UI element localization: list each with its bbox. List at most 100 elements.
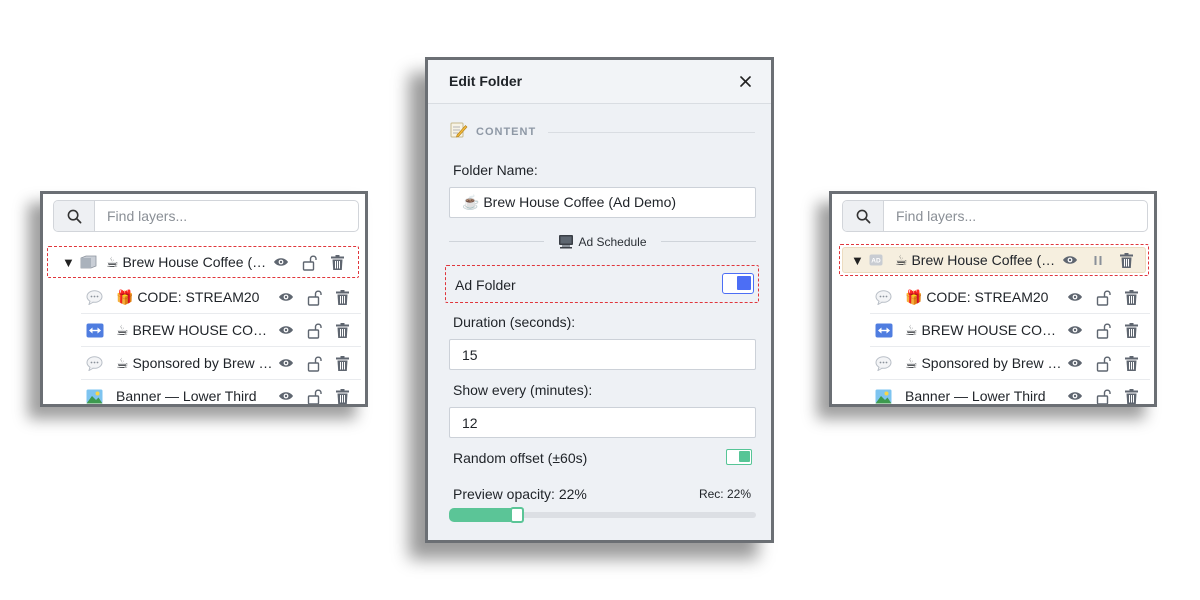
random-offset-toggle[interactable] — [726, 449, 752, 465]
show-every-input[interactable] — [449, 407, 756, 438]
layer-row[interactable]: ☕ BREW HOUSE COFFEE — [870, 314, 1150, 347]
folder-label: ☕ Brew House Coffee (Ad Demo) — [106, 253, 270, 270]
memo-pencil-icon — [450, 121, 468, 143]
search-button[interactable] — [843, 201, 884, 231]
visibility-eye-icon[interactable] — [275, 286, 297, 308]
delete-trash-icon[interactable] — [331, 385, 353, 404]
ad-schedule-heading: Ad Schedule — [558, 234, 647, 249]
visibility-eye-icon[interactable] — [1064, 286, 1086, 308]
delete-trash-icon[interactable] — [1120, 352, 1142, 374]
unlock-icon[interactable] — [1092, 286, 1114, 308]
layer-label: Banner — Lower Third — [116, 388, 257, 404]
chat-bubble-icon — [86, 289, 108, 305]
search-button[interactable] — [54, 201, 95, 231]
layer-row[interactable]: 🎁 CODE: STREAM20 — [870, 281, 1150, 314]
section-divider — [548, 131, 755, 133]
folder-icon — [80, 255, 102, 269]
layer-label: ☕ BREW HOUSE COFFEE — [905, 321, 1064, 338]
scroll-arrows-icon — [875, 323, 897, 338]
unlock-icon[interactable] — [1092, 385, 1114, 404]
delete-trash-icon[interactable] — [1120, 319, 1142, 341]
ad-folder-label: Ad Folder — [455, 277, 516, 293]
chat-bubble-icon — [875, 289, 897, 305]
unlock-icon[interactable] — [1092, 319, 1114, 341]
ad-badge-icon: AD — [869, 254, 891, 266]
visibility-eye-icon[interactable] — [275, 352, 297, 374]
edit-folder-dialog: Edit Folder CONTENT Folder Name: Ad Sche… — [425, 57, 774, 543]
image-icon — [86, 389, 108, 404]
folder-label: ☕ Brew House Coffee (Ad Demo) — [895, 251, 1059, 268]
delete-trash-icon[interactable] — [1115, 249, 1137, 271]
visibility-eye-icon[interactable] — [275, 319, 297, 341]
visibility-eye-icon[interactable] — [270, 251, 292, 273]
svg-text:AD: AD — [871, 258, 881, 265]
layer-row[interactable]: Banner — Lower Third — [870, 380, 1150, 404]
computer-icon — [559, 235, 574, 249]
ad-folder-row: Ad Folder — [445, 265, 759, 303]
delete-trash-icon[interactable] — [1120, 286, 1142, 308]
delete-trash-icon[interactable] — [1120, 385, 1142, 404]
layers-panel-after: ▼ AD ☕ Brew House Coffee (Ad Demo) 🎁 COD… — [829, 191, 1157, 407]
collapse-caret-icon[interactable]: ▼ — [851, 253, 867, 268]
unlock-icon[interactable] — [298, 251, 320, 273]
pause-icon[interactable] — [1087, 249, 1109, 271]
folder-name-label: Folder Name: — [453, 162, 538, 178]
duration-label: Duration (seconds): — [453, 314, 576, 330]
unlock-icon[interactable] — [303, 319, 325, 341]
layer-label: 🎁 CODE: STREAM20 — [116, 288, 260, 305]
layer-row[interactable]: ☕ Sponsored by Brew House Coffee — [870, 347, 1150, 380]
folder-row[interactable]: ▼ ☕ Brew House Coffee (Ad Demo) — [47, 246, 359, 278]
layer-label: 🎁 CODE: STREAM20 — [905, 288, 1049, 305]
chat-bubble-icon — [875, 355, 897, 371]
delete-trash-icon[interactable] — [331, 352, 353, 374]
slider-thumb[interactable] — [509, 507, 524, 523]
unlock-icon[interactable] — [1092, 352, 1114, 374]
visibility-eye-icon[interactable] — [1064, 319, 1086, 341]
slider-fill — [449, 508, 517, 522]
layer-label: Banner — Lower Third — [905, 388, 1046, 404]
layer-row[interactable]: 🎁 CODE: STREAM20 — [81, 281, 361, 314]
scroll-arrows-icon — [86, 323, 108, 338]
search-icon — [856, 209, 870, 223]
search-icon — [67, 209, 81, 223]
collapse-caret-icon[interactable]: ▼ — [62, 255, 78, 270]
duration-input[interactable] — [449, 339, 756, 370]
section-title: CONTENT — [476, 126, 537, 138]
recommended-opacity-label: Rec: 22% — [698, 487, 751, 501]
layer-label: ☕ Sponsored by Brew House Coffee — [905, 354, 1064, 371]
preview-opacity-slider[interactable] — [449, 507, 756, 523]
image-icon — [875, 389, 897, 404]
visibility-eye-icon[interactable] — [1064, 385, 1086, 404]
visibility-eye-icon[interactable] — [1059, 249, 1081, 271]
dialog-body: CONTENT Folder Name: Ad Schedule Ad Fold… — [428, 104, 771, 540]
delete-trash-icon[interactable] — [331, 286, 353, 308]
layer-search-box — [842, 200, 1148, 232]
unlock-icon[interactable] — [303, 352, 325, 374]
layers-panel-before: ▼ ☕ Brew House Coffee (Ad Demo) 🎁 CODE: … — [40, 191, 368, 407]
random-offset-label: Random offset (±60s) — [453, 450, 588, 466]
content-section-header: CONTENT — [450, 121, 755, 143]
delete-trash-icon[interactable] — [326, 251, 348, 273]
chat-bubble-icon — [86, 355, 108, 371]
layer-search-input[interactable] — [884, 201, 1147, 231]
close-icon[interactable] — [737, 73, 753, 89]
layer-row[interactable]: Banner — Lower Third — [81, 380, 361, 404]
ad-folder-toggle[interactable] — [722, 273, 754, 294]
unlock-icon[interactable] — [303, 286, 325, 308]
ad-schedule-divider: Ad Schedule — [449, 234, 756, 249]
layer-row[interactable]: ☕ Sponsored by Brew House Coffee — [81, 347, 361, 380]
layer-label: ☕ BREW HOUSE COFFEE — [116, 321, 275, 338]
visibility-eye-icon[interactable] — [275, 385, 297, 404]
ad-folder-row[interactable]: ▼ AD ☕ Brew House Coffee (Ad Demo) — [839, 244, 1149, 276]
layer-search-box — [53, 200, 359, 232]
show-every-label: Show every (minutes): — [453, 382, 593, 398]
unlock-icon[interactable] — [303, 385, 325, 404]
layer-label: ☕ Sponsored by Brew House Coffee — [116, 354, 275, 371]
delete-trash-icon[interactable] — [331, 319, 353, 341]
preview-opacity-label: Preview opacity: 22% — [453, 486, 587, 502]
visibility-eye-icon[interactable] — [1064, 352, 1086, 374]
layer-search-input[interactable] — [95, 201, 358, 231]
folder-name-input[interactable] — [449, 187, 756, 218]
layer-row[interactable]: ☕ BREW HOUSE COFFEE — [81, 314, 361, 347]
dialog-header: Edit Folder — [428, 60, 771, 104]
